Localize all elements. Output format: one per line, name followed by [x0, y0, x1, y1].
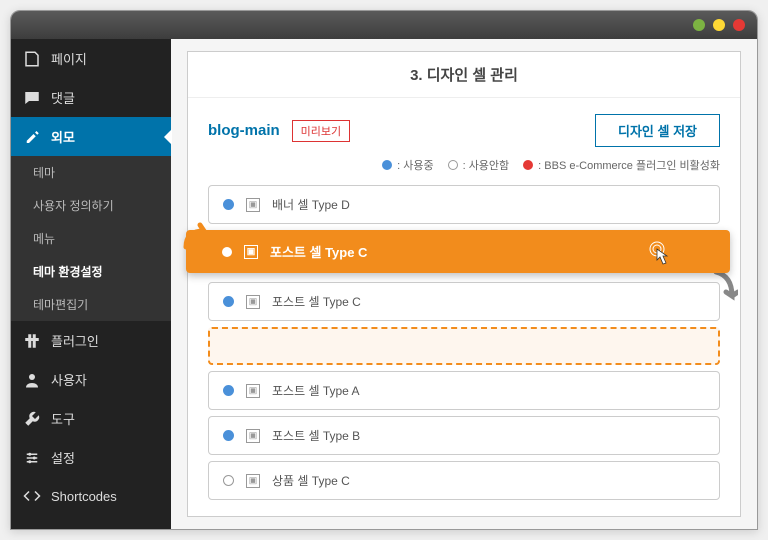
status-dot-icon: [223, 199, 234, 210]
dot-blue-icon: [382, 160, 392, 170]
plugin-icon: [23, 332, 41, 350]
cell-label: 포스트 셀 Type B: [272, 427, 360, 444]
sidebar-label: 도구: [51, 409, 75, 428]
status-dot-icon: [223, 475, 234, 486]
settings-icon: [23, 449, 41, 467]
app-window: 페이지 댓글 외모 테마 사용자 정의하기 메뉴 테마 환경설정 테마편집기 플…: [10, 10, 758, 530]
sidebar-sub-themes[interactable]: 테마: [11, 156, 171, 189]
image-icon: ▣: [246, 474, 260, 488]
drag-out-arrow-icon: [710, 268, 738, 308]
sidebar-label: 설정: [51, 448, 75, 467]
sidebar-item-tools[interactable]: 도구: [11, 399, 171, 438]
sidebar-label: 댓글: [51, 88, 75, 107]
window-close-dot[interactable]: [733, 19, 745, 31]
admin-sidebar: 페이지 댓글 외모 테마 사용자 정의하기 메뉴 테마 환경설정 테마편집기 플…: [11, 39, 171, 529]
cell-label: 배너 셀 Type D: [272, 196, 350, 213]
sidebar-item-pages[interactable]: 페이지: [11, 39, 171, 78]
image-icon: ▣: [246, 295, 260, 309]
cell-item-dragging[interactable]: ▣ 포스트 셀 Type C: [186, 230, 730, 273]
cursor-icon: [648, 240, 670, 266]
window-maximize-dot[interactable]: [713, 19, 725, 31]
drag-in-arrow-icon: [180, 221, 216, 257]
status-dot-icon: [223, 430, 234, 441]
image-icon: ▣: [244, 245, 258, 259]
dot-red-icon: [523, 160, 533, 170]
image-icon: ▣: [246, 384, 260, 398]
main-content: 3. 디자인 셀 관리 blog-main 미리보기 디자인 셀 저장 : 사용…: [171, 39, 757, 529]
panel-title: 3. 디자인 셀 관리: [188, 52, 740, 98]
cell-item[interactable]: ▣ 상품 셀 Type C: [208, 461, 720, 500]
page-icon: [23, 50, 41, 68]
preview-button[interactable]: 미리보기: [292, 120, 350, 142]
user-icon: [23, 371, 41, 389]
status-dot-icon: [222, 247, 232, 257]
cell-list: ▣ 배너 셀 Type D ▣ 포스트 셀 Type C: [208, 185, 720, 500]
brush-icon: [23, 128, 41, 146]
sidebar-label: 플러그인: [51, 331, 99, 350]
legend-active: : 사용중: [382, 157, 433, 173]
cell-item[interactable]: ▣ 배너 셀 Type D: [208, 185, 720, 224]
cell-label: 포스트 셀 Type C: [270, 242, 367, 261]
legend-inactive: : 사용안함: [448, 157, 510, 173]
sidebar-label: 사용자: [51, 370, 87, 389]
sidebar-item-settings[interactable]: 설정: [11, 438, 171, 477]
status-legend: : 사용중 : 사용안함 : BBS e-Commerce 플러그인 비활성화: [208, 157, 720, 173]
sidebar-label: Shortcodes: [51, 489, 117, 504]
cell-item[interactable]: ▣ 포스트 셀 Type C: [208, 282, 720, 321]
code-icon: [23, 487, 41, 505]
sidebar-sub-theme-settings[interactable]: 테마 환경설정: [11, 255, 171, 288]
sidebar-item-shortcodes[interactable]: Shortcodes: [11, 477, 171, 515]
sidebar-item-comments[interactable]: 댓글: [11, 78, 171, 117]
status-dot-icon: [223, 385, 234, 396]
status-dot-icon: [223, 296, 234, 307]
sidebar-sub-menus[interactable]: 메뉴: [11, 222, 171, 255]
drop-placeholder[interactable]: [208, 327, 720, 365]
sidebar-sub-customize[interactable]: 사용자 정의하기: [11, 189, 171, 222]
sidebar-label: 외모: [51, 127, 75, 146]
cell-item[interactable]: ▣ 포스트 셀 Type B: [208, 416, 720, 455]
cell-label: 포스트 셀 Type C: [272, 293, 361, 310]
legend-disabled: : BBS e-Commerce 플러그인 비활성화: [523, 157, 720, 173]
sidebar-item-appearance[interactable]: 외모: [11, 117, 171, 156]
toolbar: blog-main 미리보기 디자인 셀 저장: [208, 114, 720, 147]
sidebar-item-plugins[interactable]: 플러그인: [11, 321, 171, 360]
image-icon: ▣: [246, 198, 260, 212]
cell-label: 상품 셀 Type C: [272, 472, 350, 489]
cell-item[interactable]: ▣ 포스트 셀 Type A: [208, 371, 720, 410]
window-titlebar: [11, 11, 757, 39]
tool-icon: [23, 410, 41, 428]
sidebar-sub-editor[interactable]: 테마편집기: [11, 288, 171, 321]
dot-gray-icon: [448, 160, 458, 170]
page-name-label: blog-main: [208, 122, 280, 139]
image-icon: ▣: [246, 429, 260, 443]
design-cell-panel: 3. 디자인 셀 관리 blog-main 미리보기 디자인 셀 저장 : 사용…: [187, 51, 741, 517]
sidebar-label: 페이지: [51, 49, 87, 68]
save-button[interactable]: 디자인 셀 저장: [595, 114, 720, 147]
sidebar-item-users[interactable]: 사용자: [11, 360, 171, 399]
window-minimize-dot[interactable]: [693, 19, 705, 31]
comment-icon: [23, 89, 41, 107]
cell-label: 포스트 셀 Type A: [272, 382, 360, 399]
